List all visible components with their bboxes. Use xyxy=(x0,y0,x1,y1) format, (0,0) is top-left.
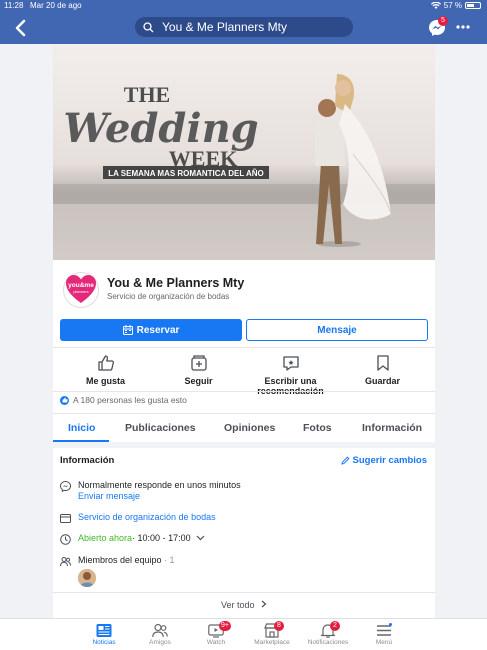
logo-subtext: planners xyxy=(73,289,88,294)
save-action-label: Guardar xyxy=(364,376,400,386)
logo-text: you&me xyxy=(68,282,94,289)
page-tabs: Inicio Publicaciones Opiniones Fotos Inf… xyxy=(53,416,435,442)
bottom-tab-notifications-label: Notificaciones xyxy=(307,639,349,646)
menu-icon xyxy=(377,623,392,636)
bottom-tab-menu[interactable]: Menú xyxy=(356,623,412,646)
page-card: THE Wedding WEEK LA SEMANA MAS ROMANTICA… xyxy=(53,44,435,618)
divider xyxy=(53,592,435,593)
notifications-badge: 2 xyxy=(330,621,340,631)
category-icon xyxy=(60,514,71,523)
response-time-text: Normalmente responde en unos minutos xyxy=(78,480,241,490)
likes-text: A 180 personas les gusta esto xyxy=(73,395,187,405)
hours-text: · 10:00 - 17:00 xyxy=(132,533,191,543)
marketplace-badge: 8 xyxy=(274,621,284,631)
messenger-small-icon xyxy=(60,481,71,492)
more-options-icon[interactable] xyxy=(455,20,471,34)
avatar-image xyxy=(78,569,96,587)
divider xyxy=(53,347,435,348)
bottom-tab-menu-label: Menú xyxy=(375,639,393,646)
back-arrow-icon[interactable] xyxy=(12,18,30,38)
suggest-changes-link[interactable]: Sugerir cambios xyxy=(340,455,427,466)
messenger-badge: 5 xyxy=(438,16,448,26)
bottom-tab-notifications[interactable]: Notificaciones xyxy=(300,623,356,646)
search-icon xyxy=(143,21,154,32)
like-badge-icon xyxy=(60,395,69,405)
cover-title-the: THE xyxy=(124,82,170,107)
calendar-icon xyxy=(122,325,133,335)
see-all-label: Ver todo xyxy=(220,600,255,610)
team-member-avatar[interactable] xyxy=(78,569,96,587)
category-link[interactable]: Servicio de organización de bodas xyxy=(78,512,216,522)
page-profile-picture[interactable]: you&me planners xyxy=(63,272,99,308)
team-members-count: · 1 xyxy=(164,555,175,565)
chevron-down-icon xyxy=(196,535,205,541)
message-label: Mensaje xyxy=(317,324,357,336)
cover-title-wedding: Wedding xyxy=(63,105,258,152)
section-gap xyxy=(53,442,435,448)
tab-publicaciones[interactable]: Publicaciones xyxy=(125,422,196,434)
suggest-changes-label: Sugerir cambios xyxy=(352,455,427,466)
pencil-icon xyxy=(340,456,350,465)
cover-subtitle: LA SEMANA MAS ROMANTICA DEL AÑO xyxy=(108,169,264,178)
news-icon xyxy=(96,624,112,637)
send-message-link[interactable]: Enviar mensaje xyxy=(78,491,140,501)
bottom-tab-friends-label: Amigos xyxy=(149,639,171,646)
tab-opiniones[interactable]: Opiniones xyxy=(224,422,275,434)
reserve-button[interactable]: Reservar xyxy=(60,319,242,341)
chevron-right-icon xyxy=(261,600,267,608)
bottom-tab-marketplace-label: Marketplace xyxy=(254,639,290,646)
thumbs-up-icon xyxy=(97,355,114,371)
battery-icon xyxy=(465,2,481,9)
cover-photo[interactable]: THE Wedding WEEK LA SEMANA MAS ROMANTICA… xyxy=(53,44,435,260)
bookmark-icon xyxy=(376,355,389,371)
friends-icon xyxy=(152,623,168,638)
save-action[interactable]: Guardar xyxy=(335,354,430,386)
bottom-tab-watch-label: Watch xyxy=(206,639,226,646)
team-icon xyxy=(60,557,71,567)
bottom-tab-watch[interactable]: Watch xyxy=(188,623,244,646)
bottom-tab-bar: Noticias Amigos Watch 9+ Marketplace 8 N… xyxy=(0,618,487,650)
divider xyxy=(53,391,435,392)
status-right: 57 % xyxy=(430,1,481,10)
likes-summary[interactable]: A 180 personas les gusta esto xyxy=(60,395,187,405)
clock-icon xyxy=(60,534,71,545)
follow-icon xyxy=(190,355,207,371)
bottom-tab-marketplace[interactable]: Marketplace xyxy=(244,623,300,646)
reserve-label: Reservar xyxy=(136,324,180,336)
bottom-tab-news-label: Noticias xyxy=(92,639,116,646)
hours-row[interactable]: Abierto ahora · 10:00 - 17:00 xyxy=(78,533,205,543)
divider xyxy=(53,413,435,414)
status-time: 11:28 xyxy=(4,1,24,10)
recommend-action[interactable]: Escribir una recomendación xyxy=(243,354,338,396)
tab-fotos[interactable]: Fotos xyxy=(303,422,332,434)
follow-action-label: Seguir xyxy=(184,376,213,386)
recommend-icon xyxy=(282,356,299,371)
tab-informacion[interactable]: Información xyxy=(362,422,422,434)
bottom-tab-news[interactable]: Noticias xyxy=(76,623,132,646)
see-all-link[interactable]: Ver todo xyxy=(53,600,435,610)
follow-action[interactable]: Seguir xyxy=(151,354,246,386)
battery-percent: 57 % xyxy=(443,1,462,10)
cover-image: THE Wedding WEEK LA SEMANA MAS ROMANTICA… xyxy=(53,44,435,260)
logo-heart-icon: you&me planners xyxy=(66,275,96,303)
like-action-label: Me gusta xyxy=(85,376,125,386)
bottom-tab-friends[interactable]: Amigos xyxy=(132,623,188,646)
top-nav-bar: 11:28 Mar 20 de ago 57 % You & Me Planne… xyxy=(0,0,487,44)
like-action[interactable]: Me gusta xyxy=(58,354,153,386)
message-button[interactable]: Mensaje xyxy=(246,319,428,341)
tab-inicio[interactable]: Inicio xyxy=(68,422,95,434)
team-members-label: Miembros del equipo xyxy=(78,555,162,565)
info-heading: Información xyxy=(60,455,115,466)
status-bar: 11:28 Mar 20 de ago 57 % xyxy=(0,0,487,12)
page-category: Servicio de organización de bodas xyxy=(107,292,230,301)
recommend-action-label: Escribir una recomendación xyxy=(257,376,324,396)
open-now-status: Abierto ahora xyxy=(78,533,133,543)
search-bar[interactable]: You & Me Planners Mty xyxy=(135,17,353,37)
wifi-icon xyxy=(430,2,441,9)
search-text: You & Me Planners Mty xyxy=(162,20,287,34)
page-name: You & Me Planners Mty xyxy=(107,276,245,290)
watch-badge: 9+ xyxy=(219,621,231,631)
status-date: Mar 20 de ago xyxy=(30,1,82,10)
team-members-row: Miembros del equipo · 1 xyxy=(78,555,175,565)
